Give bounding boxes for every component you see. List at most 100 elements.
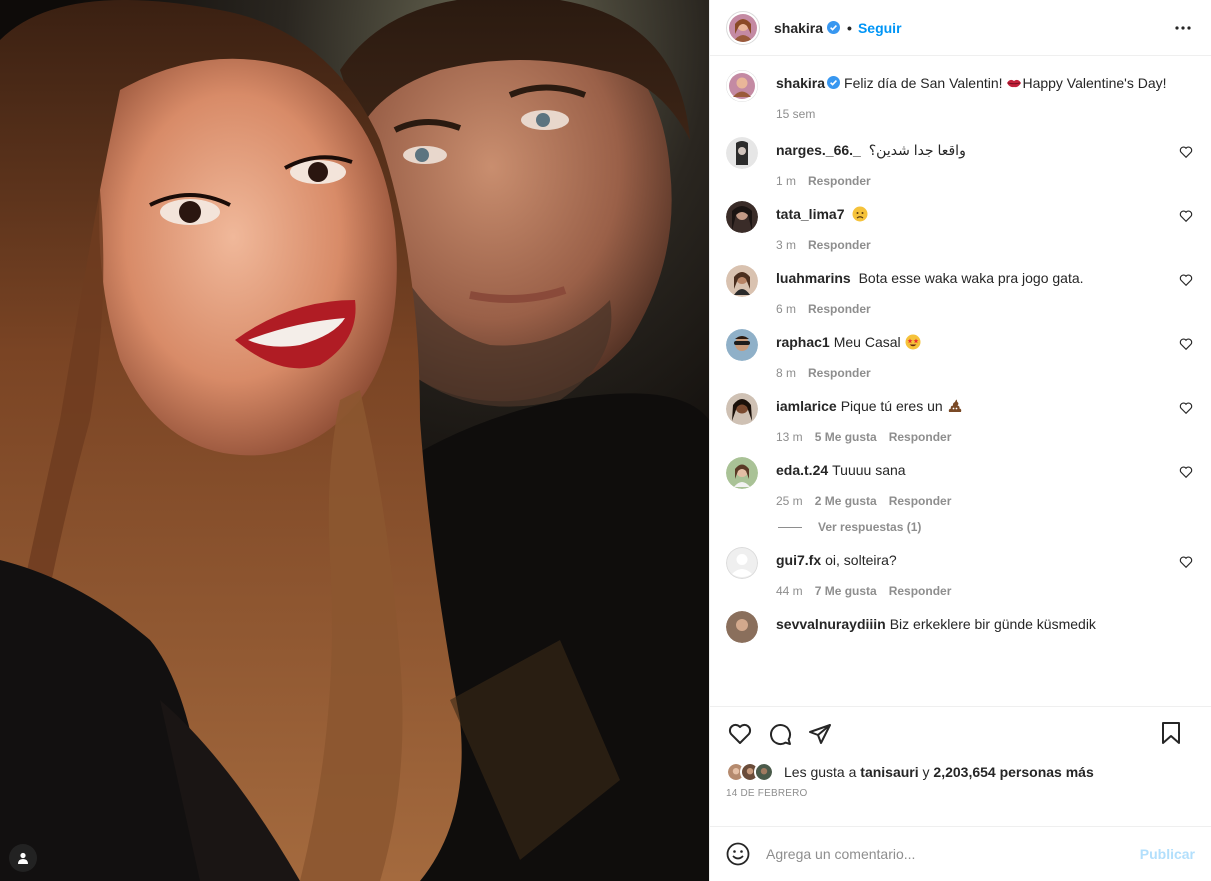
commenter-avatar[interactable] [726, 137, 758, 169]
post-photo[interactable] [0, 0, 709, 881]
replies-divider [778, 526, 802, 528]
emoji-picker-icon[interactable] [726, 842, 750, 866]
likes-summary[interactable]: Les gusta a tanisauri y 2,203,654 person… [726, 760, 1195, 784]
comment-username[interactable]: gui7.fx [776, 552, 821, 568]
commenter-avatar[interactable] [726, 393, 758, 425]
more-options-icon[interactable] [1169, 14, 1197, 42]
likes-prefix: Les gusta a [784, 764, 861, 780]
comment-username[interactable]: tata_lima7 [776, 206, 844, 222]
commenter-avatar[interactable] [726, 201, 758, 233]
comment-text: Biz erkeklere bir günde küsmedik [889, 616, 1096, 632]
comment-time[interactable]: 6 m [776, 302, 796, 316]
heart-icon[interactable] [1179, 273, 1193, 287]
post-header: shakira • Seguir [710, 0, 1211, 56]
likes-count[interactable]: 2,203,654 personas más [933, 764, 1093, 780]
heart-icon[interactable] [1179, 209, 1193, 223]
comment-text: Meu Casal [833, 334, 901, 350]
comment-username[interactable]: iamlarice [776, 398, 837, 414]
user-icon [18, 852, 28, 864]
reply-button[interactable]: Responder [889, 430, 952, 444]
commenter-avatar[interactable] [726, 265, 758, 297]
caption-text-en: Happy Valentine's Day! [1022, 75, 1167, 91]
comment-item: sevvalnuraydiiin Biz erkeklere bir günde … [726, 611, 1195, 643]
view-replies-label: Ver respuestas (1) [818, 520, 922, 534]
caption-text-es: Feliz día de San Valentin! [844, 75, 1007, 91]
likers-avatars [726, 762, 784, 782]
comment-time[interactable]: 13 m [776, 430, 803, 444]
comment-time[interactable]: 44 m [776, 584, 803, 598]
verified-badge-icon [827, 21, 841, 34]
reply-button[interactable]: Responder [808, 238, 871, 252]
commenter-avatar[interactable] [726, 457, 758, 489]
post-date[interactable]: 14 DE FEBRERO [726, 788, 1195, 799]
comment-likes[interactable]: 5 Me gusta [815, 430, 877, 444]
sad-face-emoji-icon [852, 206, 868, 222]
author-username[interactable]: shakira [774, 20, 823, 36]
post-caption: shakira Feliz día de San Valentin! Happy … [726, 70, 1195, 121]
reply-button[interactable]: Responder [808, 174, 871, 188]
publish-button[interactable]: Publicar [1140, 846, 1195, 862]
post-sidebar: shakira • Seguir shakira Feliz día de Sa… [709, 0, 1211, 881]
comment-username[interactable]: sevvalnuraydiiin [776, 616, 886, 632]
comment-time[interactable]: 1 m [776, 174, 796, 188]
comment-username[interactable]: luahmarins [776, 270, 851, 286]
post-actions: Les gusta a tanisauri y 2,203,654 person… [710, 706, 1211, 826]
comments-list[interactable]: shakira Feliz día de San Valentin! Happy … [710, 56, 1211, 706]
default-avatar-icon[interactable] [726, 547, 758, 579]
comment-time[interactable]: 3 m [776, 238, 796, 252]
like-heart-icon[interactable] [726, 720, 754, 748]
follow-button[interactable]: Seguir [858, 20, 902, 36]
verified-badge-icon [827, 76, 841, 89]
likes-text: Les gusta a tanisauri y 2,203,654 person… [784, 764, 1094, 780]
couple-selfie-image [0, 0, 709, 881]
heart-icon[interactable] [1179, 401, 1193, 415]
comment-username[interactable]: narges._66._ [776, 142, 861, 158]
liker-username[interactable]: tanisauri [860, 764, 918, 780]
comment-text: Tuuuu sana [832, 462, 906, 478]
comment-item: eda.t.24 Tuuuu sana 25 m 2 Me gusta Respond… [726, 457, 1195, 508]
commenter-avatar[interactable] [726, 611, 758, 643]
separator-dot: • [847, 19, 852, 36]
heart-icon[interactable] [1179, 337, 1193, 351]
comment-item: narges._66._ واقعا جدا شدین؟ 1 m Responde… [726, 137, 1195, 188]
comment-item: raphac1 Meu Casal 8 m Responder [726, 329, 1195, 380]
liker-avatar [754, 762, 774, 782]
reply-button[interactable]: Responder [808, 302, 871, 316]
comment-likes[interactable]: 2 Me gusta [815, 494, 877, 508]
poop-emoji-icon [948, 399, 961, 412]
comment-likes[interactable]: 7 Me gusta [815, 584, 877, 598]
heart-icon[interactable] [1179, 145, 1193, 159]
comment-item: gui7.fx oi, solteira? 44 m 7 Me gusta Respo… [726, 547, 1195, 598]
comment-item: luahmarins Bota esse waka waka pra jogo … [726, 265, 1195, 316]
reply-button[interactable]: Responder [889, 584, 952, 598]
reply-button[interactable]: Responder [808, 366, 871, 380]
comment-bubble-icon[interactable] [766, 720, 794, 748]
add-comment-bar: Publicar [710, 826, 1211, 881]
author-avatar[interactable] [726, 10, 760, 45]
caption-time[interactable]: 15 sem [776, 107, 815, 121]
bookmark-icon[interactable] [1157, 719, 1185, 747]
reply-button[interactable]: Responder [889, 494, 952, 508]
comment-time[interactable]: 25 m [776, 494, 803, 508]
comment-text: Pique tú eres un [840, 398, 943, 414]
heart-icon[interactable] [1179, 555, 1193, 569]
post-modal: shakira • Seguir shakira Feliz día de Sa… [0, 0, 1211, 881]
comment-item: tata_lima7 3 m Responder [726, 201, 1195, 252]
tagged-users-button[interactable] [9, 844, 37, 872]
comment-text: واقعا جدا شدین؟ [868, 142, 966, 158]
lips-emoji-icon [1007, 79, 1022, 88]
avatar-image [729, 13, 757, 42]
share-paper-plane-icon[interactable] [806, 720, 834, 748]
view-replies-button[interactable]: Ver respuestas (1) [778, 520, 1195, 534]
caption-avatar[interactable] [726, 70, 758, 102]
comment-input[interactable] [766, 846, 1140, 862]
comment-time[interactable]: 8 m [776, 366, 796, 380]
heart-icon[interactable] [1179, 465, 1193, 479]
caption-username[interactable]: shakira [776, 75, 825, 91]
comment-username[interactable]: eda.t.24 [776, 462, 828, 478]
comment-text: Bota esse waka waka pra jogo gata. [858, 270, 1084, 286]
commenter-avatar[interactable] [726, 329, 758, 361]
comment-text: oi, solteira? [825, 552, 897, 568]
comment-item: iamlarice Pique tú eres un 13 m 5 Me gusta… [726, 393, 1195, 444]
comment-username[interactable]: raphac1 [776, 334, 830, 350]
